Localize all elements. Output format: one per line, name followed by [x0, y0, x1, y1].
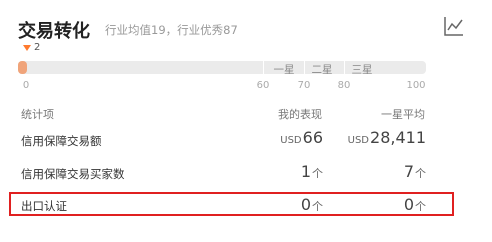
- progress-tick: [263, 61, 264, 74]
- industry-benchmark: 行业均值19，行业优秀87: [105, 23, 238, 37]
- progress-fill: [18, 61, 27, 74]
- segment-label-2-star: 二星: [311, 64, 333, 76]
- row-label-guarantee-buyers: 信用保障交易买家数: [21, 167, 125, 181]
- avg-value-guarantee-buyers: 7个: [403, 162, 426, 181]
- scale-label: 60: [256, 80, 270, 91]
- line-chart-icon[interactable]: [443, 15, 465, 37]
- segment-label-3-star: 三星: [351, 64, 373, 76]
- highlight-box: [9, 192, 454, 216]
- current-marker: 2: [23, 42, 40, 53]
- card-title: 交易转化: [18, 21, 90, 42]
- mine-value-guarantee-amount: USD66: [280, 128, 323, 147]
- scale-label: 80: [337, 80, 351, 91]
- col-header-avg: 一星平均: [381, 108, 425, 121]
- col-header-item: 统计项: [21, 108, 54, 121]
- avg-value-guarantee-amount: USD28,411: [347, 128, 426, 147]
- row-label-export-certification: 出口认证: [21, 199, 67, 213]
- avg-value-export-certification: 0个: [403, 195, 426, 214]
- scale-label: 70: [297, 80, 311, 91]
- mine-value-export-certification: 0个: [300, 195, 323, 214]
- scale-label: 100: [406, 80, 426, 91]
- triangle-down-icon: [23, 44, 31, 51]
- progress-tick: [304, 61, 305, 74]
- col-header-mine: 我的表现: [278, 108, 322, 121]
- row-label-guarantee-amount: 信用保障交易额: [21, 134, 102, 148]
- scale-label: 0: [22, 80, 30, 91]
- mine-value-guarantee-buyers: 1个: [300, 162, 323, 181]
- current-marker-value: 2: [34, 42, 41, 53]
- progress-tick: [344, 61, 345, 74]
- segment-label-1-star: 一星: [273, 64, 295, 76]
